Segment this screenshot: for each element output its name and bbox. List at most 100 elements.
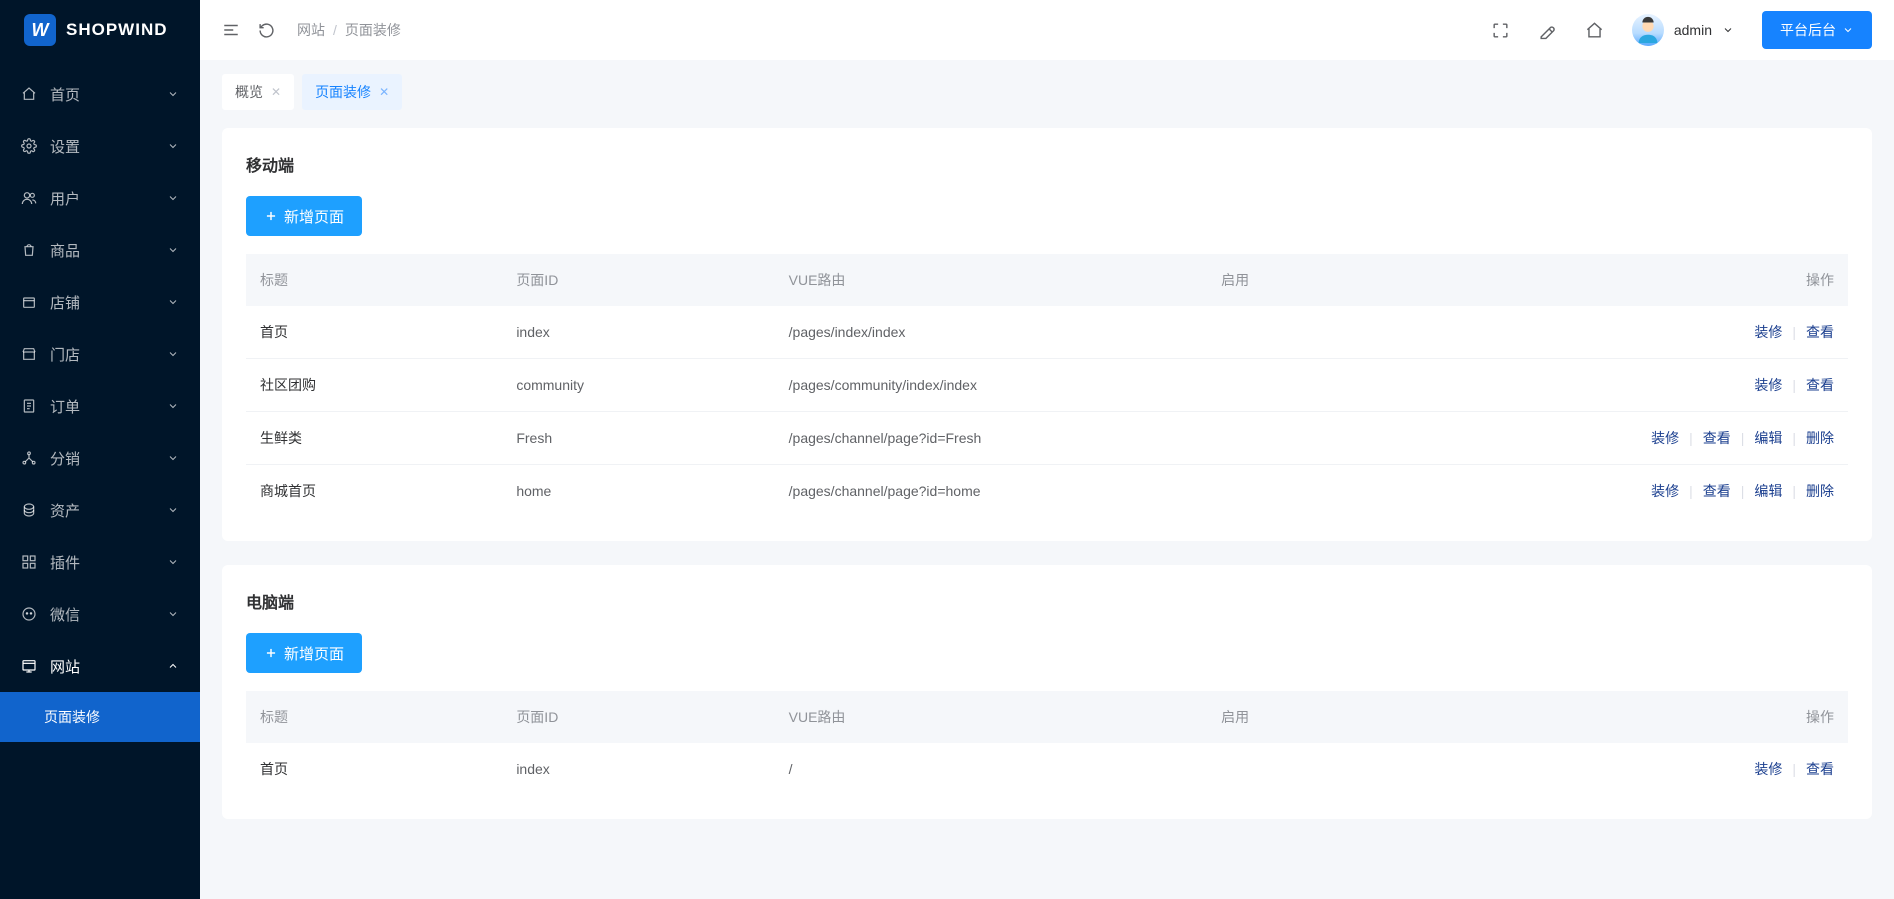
op-separator: | [1792, 377, 1796, 393]
op-separator: | [1792, 761, 1796, 777]
refresh-icon[interactable] [258, 22, 275, 39]
sidebar-item-label: 用户 [50, 188, 166, 209]
op-查看[interactable]: 查看 [1806, 322, 1834, 342]
close-icon[interactable]: ✕ [379, 85, 389, 99]
table-header: 操作 [1399, 691, 1848, 743]
chevron-down-icon [166, 87, 180, 101]
sidebar-item-settings[interactable]: 设置 [0, 120, 200, 172]
op-编辑[interactable]: 编辑 [1754, 428, 1782, 448]
chevron-down-icon [166, 503, 180, 517]
close-icon[interactable]: ✕ [271, 85, 281, 99]
platform-backend-button[interactable]: 平台后台 [1762, 11, 1872, 49]
sidebar-item-label: 店铺 [50, 292, 166, 313]
clear-cache-icon[interactable] [1538, 21, 1557, 40]
add-page-label: 新增页面 [284, 206, 344, 227]
plugins-icon [20, 554, 38, 570]
sidebar-item-goods[interactable]: 商品 [0, 224, 200, 276]
main: 网站 / 页面装修 admin [200, 0, 1894, 899]
op-装修[interactable]: 装修 [1754, 322, 1782, 342]
add-page-button[interactable]: 新增页面 [246, 633, 362, 673]
sidebar-item-distribution[interactable]: 分销 [0, 432, 200, 484]
op-separator: | [1792, 324, 1796, 340]
pages-table: 标题页面IDVUE路由启用操作首页index/装修|查看 [246, 691, 1848, 795]
sidebar-item-shops[interactable]: 门店 [0, 328, 200, 380]
section-title: 移动端 [246, 152, 1848, 176]
cell-ops: 装修 | 查看 [1399, 743, 1848, 795]
cell-title: 首页 [246, 306, 502, 359]
sidebar-subitem-page-decoration[interactable]: 页面装修 [0, 692, 200, 742]
cell-route: / [775, 743, 1208, 795]
section-title: 电脑端 [246, 589, 1848, 613]
sidebar-item-stores[interactable]: 店铺 [0, 276, 200, 328]
cell-route: /pages/index/index [775, 306, 1208, 359]
home-icon[interactable] [1585, 21, 1604, 40]
op-删除[interactable]: 删除 [1806, 481, 1834, 501]
table-row: 首页index/pages/index/index 装修 | 查看 [246, 306, 1848, 359]
sidebar-item-website[interactable]: 网站 [0, 640, 200, 692]
chevron-down-icon [166, 607, 180, 621]
table-row: 商城首页home/pages/channel/page?id=home装修|查看… [246, 465, 1848, 518]
table-row: 首页index/装修|查看 [246, 743, 1848, 795]
collapse-sidebar-icon[interactable] [222, 21, 240, 39]
op-查看[interactable]: 查看 [1806, 759, 1834, 779]
table-header: 页面ID [502, 691, 774, 743]
op-装修[interactable]: 装修 [1754, 759, 1782, 779]
op-查看[interactable]: 查看 [1703, 428, 1731, 448]
cell-ops: 装修 | 查看 [1399, 306, 1848, 359]
op-查看[interactable]: 查看 [1703, 481, 1731, 501]
chevron-down-icon [166, 451, 180, 465]
home-icon [20, 86, 38, 102]
wechat-icon [20, 606, 38, 622]
sidebar-item-plugins[interactable]: 插件 [0, 536, 200, 588]
chevron-down-icon [166, 191, 180, 205]
tab-页面装修[interactable]: 页面装修✕ [302, 74, 402, 110]
sidebar-item-wechat[interactable]: 微信 [0, 588, 200, 640]
logo[interactable]: W SHOPWIND [0, 0, 200, 60]
sidebar-item-home[interactable]: 首页 [0, 68, 200, 120]
chevron-down-icon [166, 399, 180, 413]
user-menu[interactable]: admin [1632, 14, 1734, 46]
breadcrumb-separator: / [333, 22, 337, 38]
tab-概览[interactable]: 概览✕ [222, 74, 294, 110]
chevron-down-icon [1842, 24, 1854, 36]
fullscreen-icon[interactable] [1491, 21, 1510, 40]
chevron-down-icon [166, 243, 180, 257]
cell-ops: 装修|查看|编辑|删除 [1399, 412, 1848, 465]
cell-page-id: index [502, 306, 774, 359]
pages-table: 标题页面IDVUE路由启用操作首页index/pages/index/index… [246, 254, 1848, 517]
op-装修[interactable]: 装修 [1651, 428, 1679, 448]
sidebar-item-label: 门店 [50, 344, 166, 365]
table-header: 启用 [1207, 254, 1399, 306]
table-header: 操作 [1399, 254, 1848, 306]
chevron-up-icon [166, 659, 180, 673]
add-page-button[interactable]: 新增页面 [246, 196, 362, 236]
op-删除[interactable]: 删除 [1806, 428, 1834, 448]
op-查看[interactable]: 查看 [1806, 375, 1834, 395]
sidebar-item-assets[interactable]: 资产 [0, 484, 200, 536]
breadcrumb-item[interactable]: 网站 [297, 20, 325, 40]
op-装修[interactable]: 装修 [1651, 481, 1679, 501]
user-name: admin [1674, 22, 1712, 38]
chevron-down-icon [166, 295, 180, 309]
chevron-down-icon [1722, 24, 1734, 36]
cell-page-id: community [502, 359, 774, 412]
chevron-down-icon [166, 347, 180, 361]
table-header: VUE路由 [775, 254, 1208, 306]
cell-route: /pages/community/index/index [775, 359, 1208, 412]
op-装修[interactable]: 装修 [1754, 375, 1782, 395]
sidebar-subitem-label: 页面装修 [44, 707, 100, 727]
op-separator: | [1741, 430, 1745, 446]
sidebar-item-label: 分销 [50, 448, 166, 469]
sidebar-item-label: 商品 [50, 240, 166, 261]
sidebar-item-label: 资产 [50, 500, 166, 521]
cell-route: /pages/channel/page?id=Fresh [775, 412, 1208, 465]
settings-icon [20, 138, 38, 154]
platform-backend-label: 平台后台 [1780, 20, 1836, 40]
sidebar: W SHOPWIND 首页 设置 用户 商品 店铺 门店 [0, 0, 200, 899]
op-编辑[interactable]: 编辑 [1754, 481, 1782, 501]
orders-icon [20, 398, 38, 414]
table-header: VUE路由 [775, 691, 1208, 743]
cell-enable [1207, 412, 1399, 465]
sidebar-item-orders[interactable]: 订单 [0, 380, 200, 432]
sidebar-item-users[interactable]: 用户 [0, 172, 200, 224]
